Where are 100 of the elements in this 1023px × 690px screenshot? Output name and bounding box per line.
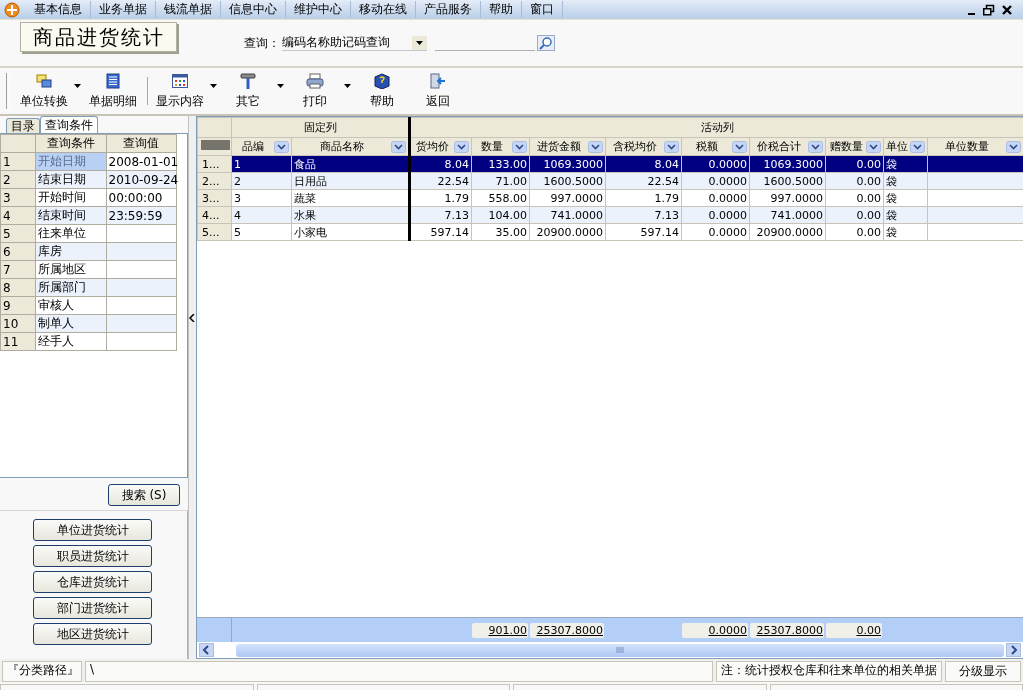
filter-dropdown-icon[interactable]	[1006, 140, 1021, 153]
overlapping-squares-icon	[35, 72, 53, 89]
toolbar-button[interactable]: 打印	[288, 70, 342, 112]
filter-dropdown-icon[interactable]	[808, 140, 823, 153]
dropdown-caret-icon[interactable]	[344, 84, 351, 88]
total-value: 901.00	[472, 622, 528, 638]
filter-dropdown-icon[interactable]	[274, 140, 289, 153]
menu-item[interactable]: 产品服务	[416, 1, 481, 18]
filter-dropdown-icon[interactable]	[866, 140, 881, 153]
row-selector-icon[interactable]	[200, 139, 231, 151]
toolbar-button[interactable]: 单位转换	[16, 70, 72, 112]
table-cell: 997.0000	[770, 191, 823, 205]
scroll-thumb[interactable]	[236, 643, 1004, 657]
grip-icon	[616, 646, 624, 654]
search-icon[interactable]	[537, 35, 555, 51]
table-cell: 4	[234, 208, 241, 222]
table-cell: 22.54	[647, 174, 679, 188]
menu-item[interactable]: 移动在线	[351, 1, 416, 18]
table-cell: 104.00	[488, 208, 527, 222]
filter-dropdown-icon[interactable]	[732, 140, 747, 153]
filter-dropdown-icon[interactable]	[664, 140, 679, 153]
table-cell: 1069.3000	[763, 157, 823, 171]
book-icon	[373, 72, 391, 89]
table-cell: 0.00	[856, 174, 881, 188]
category-path: \	[85, 661, 713, 682]
menu-item[interactable]: 基本信息	[26, 1, 91, 18]
menu-item[interactable]: 窗口	[522, 1, 563, 18]
table-cell: 1.79	[444, 191, 469, 205]
toolbar-button[interactable]: 帮助	[355, 70, 409, 112]
table-cell: 0.0000	[708, 157, 747, 171]
filter-dropdown-icon[interactable]	[454, 140, 469, 153]
value-cell[interactable]	[106, 260, 177, 279]
table-cell: 袋	[886, 174, 897, 188]
toolbar-button[interactable]: 单据明细	[85, 70, 141, 112]
table-cell: 小家电	[294, 225, 327, 239]
dropdown-caret-icon[interactable]	[210, 84, 217, 88]
table-cell: 0.0000	[708, 174, 747, 188]
table-cell: 3	[234, 191, 241, 205]
table-cell: 0.0000	[708, 191, 747, 205]
filter-dropdown-icon[interactable]	[588, 140, 603, 153]
column-group-header: 活动列	[409, 117, 1023, 138]
table-cell: 1600.5000	[763, 174, 823, 188]
column-group-header: 固定列	[231, 117, 410, 138]
table-cell: 8.04	[444, 157, 469, 171]
table-cell: 0.0000	[708, 225, 747, 239]
statistics-button[interactable]: 仓库进货统计	[33, 571, 152, 593]
value-cell[interactable]	[106, 332, 177, 351]
filter-dropdown-icon[interactable]	[391, 140, 406, 153]
level-display-button[interactable]: 分级显示	[945, 661, 1021, 682]
table-cell: 20900.0000	[536, 225, 603, 239]
table-cell: 133.00	[488, 157, 527, 171]
menu-item[interactable]: 维护中心	[286, 1, 351, 18]
toolbar-button[interactable]: 其它	[221, 70, 275, 112]
tab[interactable]: 查询条件	[40, 116, 98, 133]
statistics-button[interactable]: 地区进货统计	[33, 623, 152, 645]
toolbar-button[interactable]: 返回	[411, 70, 465, 112]
table-cell: 22.54	[437, 174, 469, 188]
table-cell: 558.00	[488, 191, 527, 205]
statistics-button[interactable]: 职员进货统计	[33, 545, 152, 567]
toolbar-button[interactable]: 显示内容	[152, 70, 208, 112]
scroll-right-icon[interactable]	[1006, 643, 1021, 657]
table-row[interactable]: 2... 2 日用品 22.54 71.00 1600.5000 22.54 0.0000 1600.5000 0.00 袋	[197, 172, 1023, 190]
scroll-left-icon[interactable]	[199, 643, 214, 657]
table-cell: 7.13	[654, 208, 679, 222]
table-cell: 8.04	[654, 157, 679, 171]
column-header: 查询条件	[35, 134, 106, 153]
table-cell: 7.13	[444, 208, 469, 222]
search-button[interactable]: 搜索 (S)	[108, 484, 180, 506]
value-cell[interactable]	[106, 224, 177, 243]
filter-dropdown-icon[interactable]	[512, 140, 527, 153]
door-arrow-icon	[429, 72, 447, 89]
table-cell: 袋	[886, 225, 897, 239]
dropdown-caret-icon[interactable]	[74, 84, 81, 88]
menu-item[interactable]: 业务单据	[91, 1, 156, 18]
query-mode-dropdown[interactable]: 编码名称助记码查询	[282, 35, 427, 51]
table-cell: 0.00	[856, 225, 881, 239]
close-icon[interactable]	[1001, 3, 1013, 16]
table-cell: 1	[234, 157, 241, 171]
table-cell: 20900.0000	[756, 225, 823, 239]
menu-item[interactable]: 钱流单据	[156, 1, 221, 18]
value-cell[interactable]: 2008-01-01	[108, 154, 179, 169]
table-cell: 35.00	[495, 225, 527, 239]
table-row[interactable]: 4... 4 水果 7.13 104.00 741.0000 7.13 0.0000 741.0000 0.00 袋	[197, 206, 1023, 224]
app-logo-icon	[4, 1, 20, 18]
value-cell[interactable]: 2010-09-24	[108, 172, 179, 187]
document-list-icon	[104, 72, 122, 89]
value-cell[interactable]	[106, 296, 177, 315]
restore-icon[interactable]	[983, 3, 995, 16]
statistics-button[interactable]: 单位进货统计	[33, 519, 152, 541]
dropdown-caret-icon[interactable]	[277, 84, 284, 88]
filter-dropdown-icon[interactable]	[910, 140, 925, 153]
table-cell: 1069.3000	[543, 157, 603, 171]
table-row[interactable]: 5... 5 小家电 597.14 35.00 20900.0000 597.14 0.0000 20900.0000 0.00 袋	[197, 223, 1023, 241]
menu-item[interactable]: 帮助	[481, 1, 522, 18]
tab[interactable]: 目录	[6, 118, 40, 133]
horizontal-scrollbar[interactable]	[197, 642, 1023, 659]
statistics-button[interactable]: 部门进货统计	[33, 597, 152, 619]
table-cell: 597.14	[430, 225, 469, 239]
menu-item[interactable]: 信息中心	[221, 1, 286, 18]
total-value: 0.00	[826, 622, 882, 638]
